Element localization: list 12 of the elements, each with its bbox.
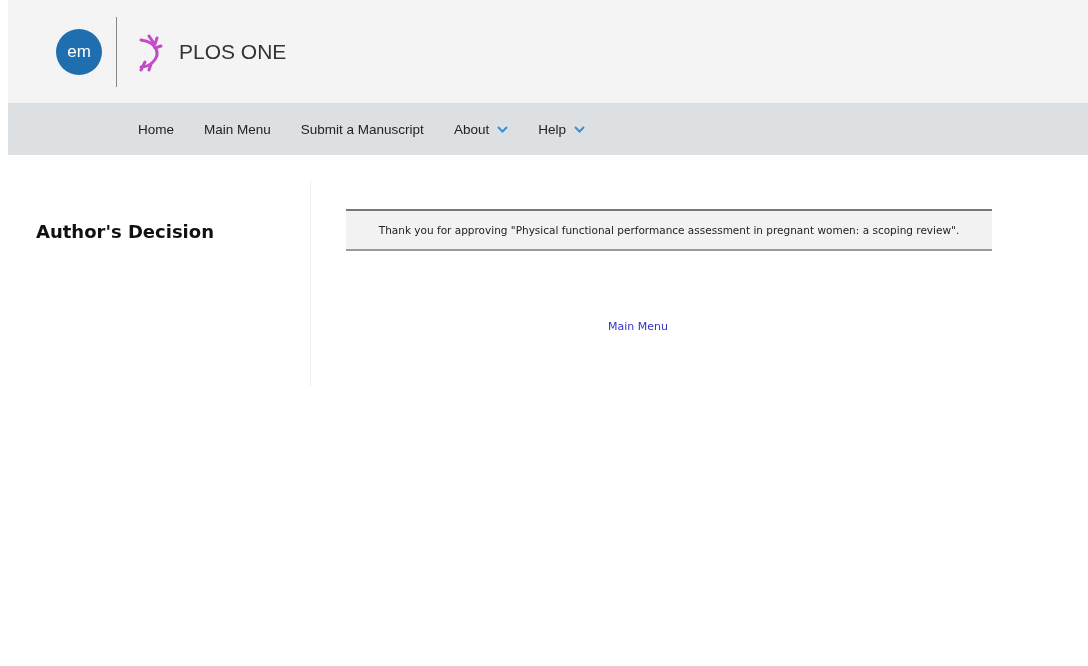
nav-link[interactable]: Home bbox=[138, 121, 174, 137]
em-logo: em bbox=[56, 28, 102, 75]
chevron-down-icon bbox=[573, 125, 585, 133]
confirmation-message: Thank you for approving "Physical functional performance assessment in pregnant women: a scoping review". bbox=[346, 209, 992, 252]
journal-title: PLOS ONE bbox=[179, 39, 287, 64]
nav-link[interactable]: Help bbox=[538, 121, 585, 137]
nav-link[interactable]: Submit a Manuscript bbox=[300, 121, 424, 137]
nav-link[interactable]: About bbox=[453, 121, 509, 137]
nav-link[interactable]: Main Menu bbox=[204, 121, 271, 137]
page-title: Author's Decision bbox=[36, 221, 215, 242]
chevron-down-icon bbox=[497, 125, 509, 133]
main-menu-link[interactable]: Main Menu bbox=[608, 320, 668, 334]
